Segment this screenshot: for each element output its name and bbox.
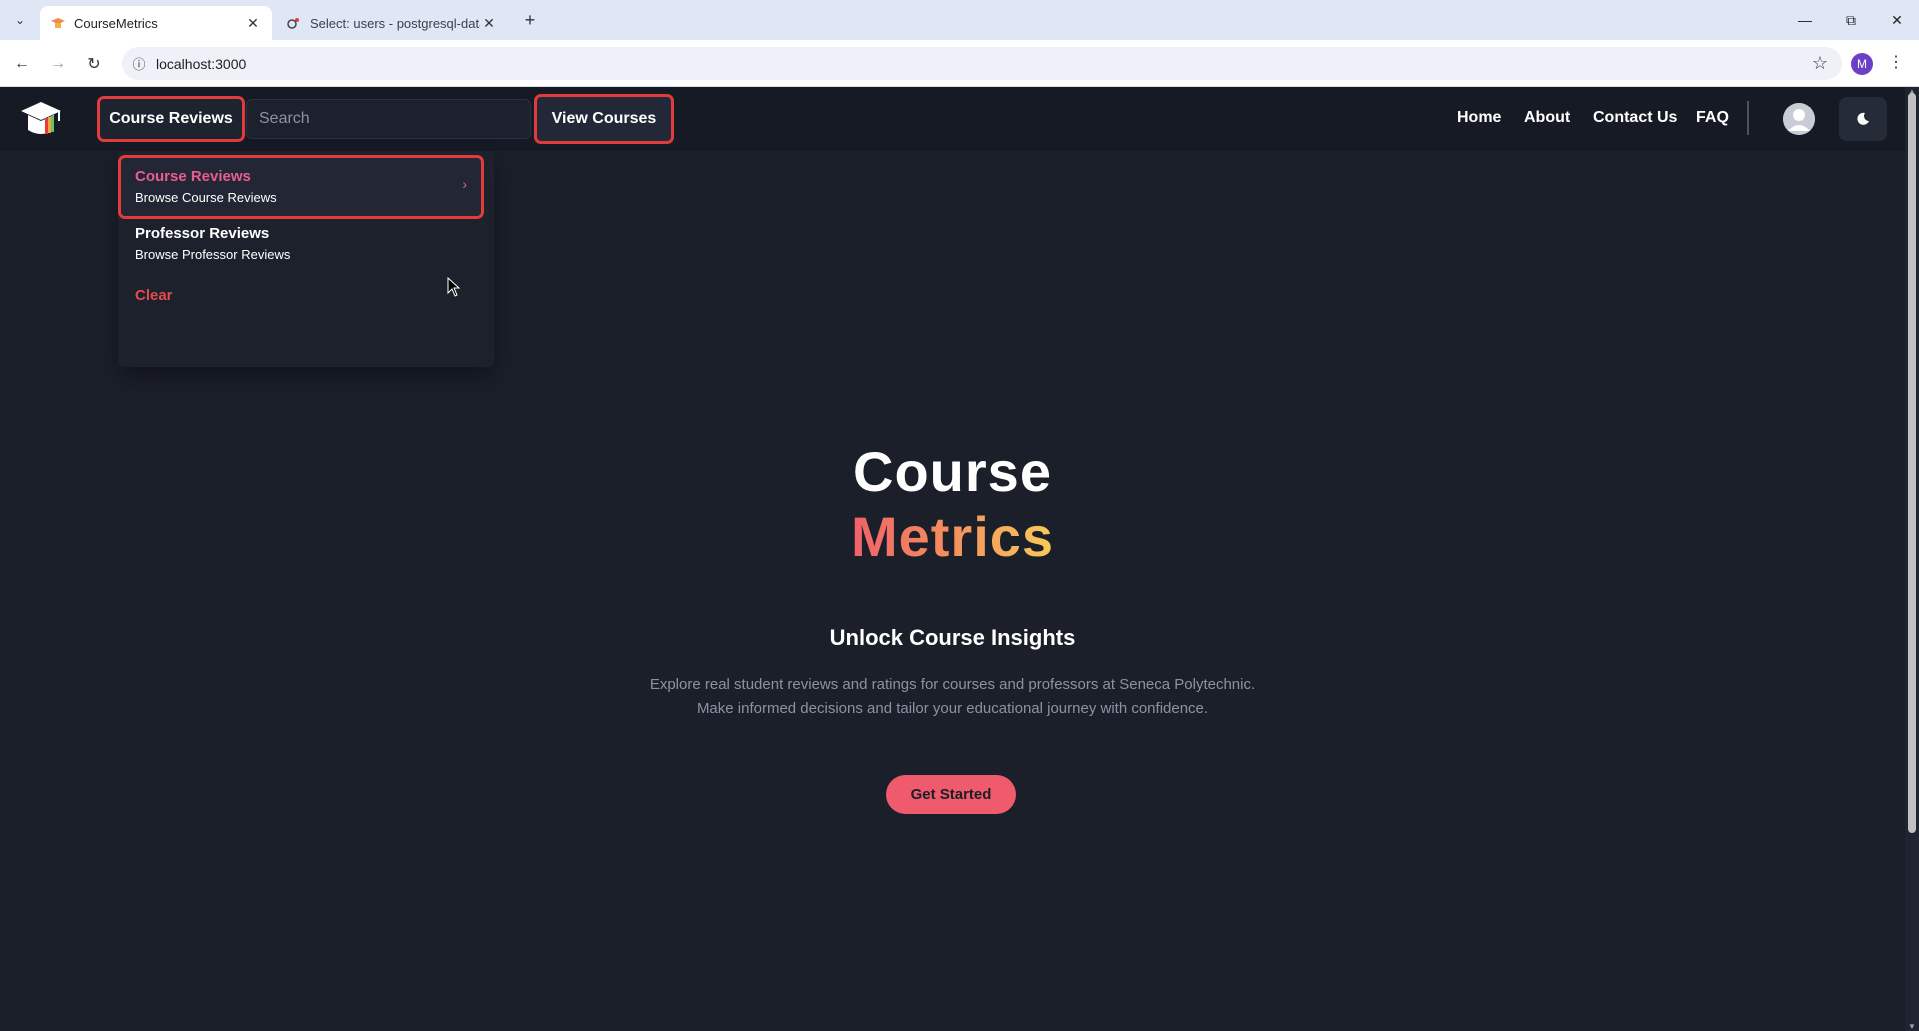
profile-avatar[interactable]: M xyxy=(1851,53,1873,75)
site-navbar: Course Reviews View Courses Home About C… xyxy=(0,87,1905,151)
course-reviews-dropdown-button[interactable]: Course Reviews xyxy=(97,96,245,142)
restore-icon[interactable]: ⧉ xyxy=(1829,6,1873,34)
url-text: localhost:3000 xyxy=(156,55,247,72)
chevron-right-icon: › xyxy=(462,176,467,192)
user-avatar-icon[interactable] xyxy=(1783,103,1815,135)
search-input[interactable] xyxy=(246,99,531,139)
close-window-icon[interactable]: ✕ xyxy=(1875,6,1919,34)
menu-item-title: Course Reviews xyxy=(135,168,251,185)
forward-arrow-icon[interactable]: → xyxy=(44,50,72,78)
coursemetrics-logo-icon[interactable] xyxy=(18,96,64,142)
page-content: Course Reviews View Courses Home About C… xyxy=(0,87,1905,1031)
hero-subtitle: Unlock Course Insights xyxy=(829,625,1076,650)
nav-link-faq[interactable]: FAQ xyxy=(1696,109,1729,127)
tab-title: CourseMetrics xyxy=(74,15,158,31)
menu-item-professor-reviews[interactable]: Professor Reviews Browse Professor Revie… xyxy=(121,215,481,271)
tab-title: Select: users - postgresql-datab xyxy=(310,15,480,31)
site-info-icon[interactable]: ⓘ xyxy=(122,54,156,73)
minimize-icon[interactable]: — xyxy=(1783,6,1827,34)
back-arrow-icon[interactable]: ← xyxy=(8,50,36,78)
menu-item-subtitle: Browse Course Reviews xyxy=(135,190,277,205)
nav-link-home[interactable]: Home xyxy=(1457,109,1501,127)
bookmark-star-icon[interactable]: ☆ xyxy=(1812,53,1828,74)
address-bar[interactable]: ⓘ localhost:3000 ☆ xyxy=(122,47,1842,80)
hero-title-course: Course xyxy=(853,440,1052,503)
nav-link-contact-us[interactable]: Contact Us xyxy=(1593,109,1677,127)
browser-menu-icon[interactable]: ⋮ xyxy=(1888,52,1904,72)
new-tab-plus-icon[interactable]: + xyxy=(518,9,542,31)
hero-description-line2: Make informed decisions and tailor your … xyxy=(696,700,1209,717)
menu-item-title: Professor Reviews xyxy=(135,225,270,242)
course-reviews-dropdown-menu: Course Reviews Browse Course Reviews › P… xyxy=(118,151,494,367)
hero-title-metrics-text: Metrics xyxy=(850,505,1055,568)
menu-item-course-reviews[interactable]: Course Reviews Browse Course Reviews › xyxy=(118,155,484,219)
close-tab-icon[interactable]: ✕ xyxy=(244,14,262,32)
scroll-down-arrow-icon[interactable]: ▼ xyxy=(1908,1022,1916,1031)
database-favicon-icon xyxy=(286,15,302,31)
tab-strip: ⌄ CourseMetrics ✕ Select: users - postgr… xyxy=(0,0,1919,40)
page-scrollbar[interactable]: ▲ ▼ xyxy=(1905,87,1919,1031)
view-courses-button[interactable]: View Courses xyxy=(534,94,674,144)
scrollbar-thumb[interactable] xyxy=(1908,93,1916,833)
nav-link-about[interactable]: About xyxy=(1524,109,1570,127)
hero-title-metrics: Metrics xyxy=(0,504,1905,569)
hero-description: Explore real student reviews and ratings… xyxy=(0,673,1905,721)
reload-icon[interactable]: ↻ xyxy=(80,50,108,78)
hero-description-line1: Explore real student reviews and ratings… xyxy=(649,676,1256,693)
nav-divider xyxy=(1747,101,1749,135)
clear-button[interactable]: Clear xyxy=(135,287,173,304)
dark-mode-toggle-moon-icon[interactable] xyxy=(1839,97,1887,141)
get-started-button[interactable]: Get Started xyxy=(886,775,1016,814)
menu-item-subtitle: Browse Professor Reviews xyxy=(135,247,291,262)
graduation-cap-favicon-icon xyxy=(50,15,66,31)
mouse-cursor-icon xyxy=(447,277,461,297)
tab-coursemetrics[interactable]: CourseMetrics ✕ xyxy=(40,6,272,40)
tab-search-chevron-icon[interactable]: ⌄ xyxy=(8,9,32,31)
tab-pgadmin[interactable]: Select: users - postgresql-datab ✕ xyxy=(276,6,508,40)
browser-toolbar: ← → ↻ ⓘ localhost:3000 ☆ M ⋮ xyxy=(0,40,1919,87)
close-tab-icon[interactable]: ✕ xyxy=(480,14,498,32)
